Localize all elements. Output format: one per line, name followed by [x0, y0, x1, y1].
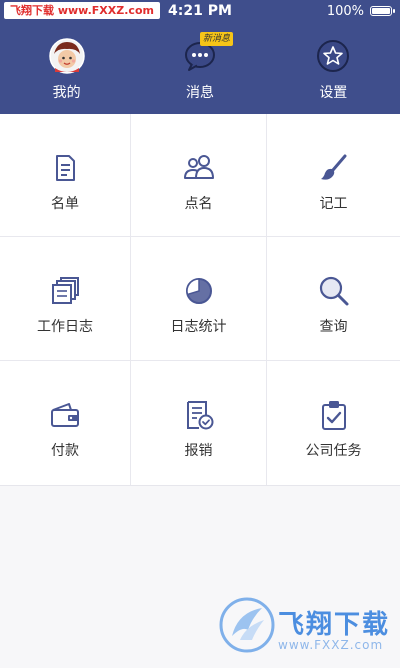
clipboard-check-icon — [317, 398, 351, 432]
tab-settings-label: 设置 — [319, 85, 348, 101]
status-right: 100% — [326, 0, 395, 22]
grid-item-roster[interactable]: 名单 — [0, 114, 131, 237]
watermark-brand: 飞翔下载 — [278, 610, 391, 640]
grid-item-search[interactable]: 查询 — [267, 237, 400, 361]
avatar — [48, 38, 85, 74]
grid-item-label: 查询 — [319, 319, 348, 335]
grid-item-reimbursement[interactable]: 报销 — [131, 361, 267, 485]
grid-item-company-tasks[interactable]: 公司任务 — [267, 361, 400, 485]
star-settings-icon — [315, 38, 351, 74]
tab-messages-label: 消息 — [185, 85, 214, 101]
watermark-url: www.FXXZ.com — [278, 638, 384, 652]
tab-mine[interactable]: 我的 — [0, 30, 133, 114]
magnifier-icon — [317, 274, 351, 308]
watermark-logo-icon — [219, 597, 275, 653]
battery-percentage: 100% — [326, 3, 364, 19]
grid-item-label: 日志统计 — [170, 319, 227, 335]
pie-chart-icon — [182, 274, 216, 308]
tab-messages[interactable]: 新消息 消息 — [133, 30, 266, 114]
header: 飞翔下载 www.FXXZ.com 4:21 PM 100% 我的 新消息 消息… — [0, 0, 400, 114]
grid-item-label: 付款 — [51, 443, 79, 459]
grid-item-label: 名单 — [51, 196, 79, 212]
new-message-badge: 新消息 — [199, 32, 233, 46]
chat-bubble-icon: 新消息 — [182, 32, 233, 74]
battery-icon — [370, 6, 395, 16]
document-list-icon — [48, 151, 82, 185]
grid-item-label: 记工 — [319, 196, 348, 212]
stacked-papers-icon — [48, 274, 82, 308]
grid-item-label: 报销 — [184, 443, 213, 459]
grid-item-label: 工作日志 — [37, 319, 93, 335]
grid-item-work-record[interactable]: 记工 — [267, 114, 400, 237]
watermark-bottom: 飞翔下载 www.FXXZ.com — [218, 596, 388, 660]
grid-item-payment[interactable]: 付款 — [0, 361, 131, 485]
people-group-icon — [182, 151, 216, 185]
grid-item-label: 点名 — [184, 196, 213, 212]
grid-item-label: 公司任务 — [305, 443, 362, 459]
grid-item-log-statistics[interactable]: 日志统计 — [131, 237, 267, 361]
paintbrush-icon — [317, 151, 351, 185]
status-bar: 飞翔下载 www.FXXZ.com 4:21 PM 100% — [0, 0, 400, 22]
tab-mine-label: 我的 — [52, 85, 81, 101]
tab-settings[interactable]: 设置 — [267, 30, 400, 114]
receipt-check-icon — [182, 398, 216, 432]
function-grid: 名单 点名 记工 工作日志 日志统计 查询 付款 报销 公司任务 — [0, 114, 400, 486]
wallet-icon — [48, 398, 82, 432]
top-tabs: 我的 新消息 消息 设置 — [0, 30, 400, 114]
grid-item-work-log[interactable]: 工作日志 — [0, 237, 131, 361]
grid-item-roll-call[interactable]: 点名 — [131, 114, 267, 237]
